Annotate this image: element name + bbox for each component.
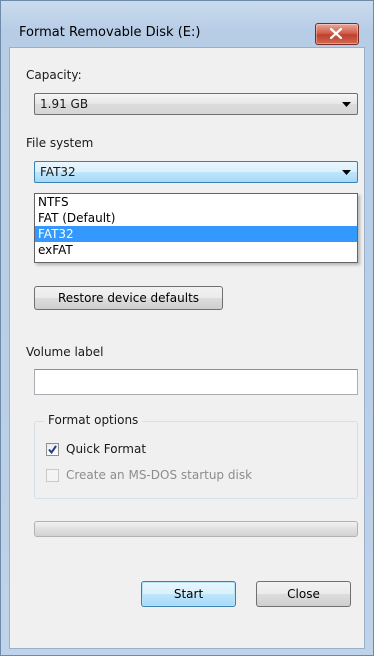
window-close-button[interactable] xyxy=(315,23,359,45)
title-bar[interactable]: Format Removable Disk (E:) xyxy=(1,1,373,47)
ms-dos-startup-checkbox xyxy=(46,469,59,482)
format-options-title: Format options xyxy=(44,413,143,427)
volume-label-label: Volume label xyxy=(26,345,104,359)
chevron-down-icon xyxy=(342,170,351,175)
option-fat-default[interactable]: FAT (Default) xyxy=(35,210,357,226)
quick-format-checkbox[interactable] xyxy=(46,443,59,456)
quick-format-label[interactable]: Quick Format xyxy=(66,442,146,456)
capacity-label: Capacity: xyxy=(26,68,82,82)
close-button[interactable]: Close xyxy=(256,581,351,607)
ms-dos-startup-label: Create an MS-DOS startup disk xyxy=(66,468,253,482)
capacity-dropdown[interactable]: 1.91 GB xyxy=(34,93,358,115)
option-fat32[interactable]: FAT32 xyxy=(35,226,357,242)
restore-defaults-button[interactable]: Restore device defaults xyxy=(34,286,223,310)
check-icon xyxy=(48,445,57,455)
capacity-value: 1.91 GB xyxy=(40,97,89,111)
file-system-value: FAT32 xyxy=(40,165,76,179)
format-options-group xyxy=(34,421,358,499)
file-system-label: File system xyxy=(26,136,94,150)
file-system-dropdown[interactable]: FAT32 xyxy=(34,161,358,183)
start-button[interactable]: Start xyxy=(141,581,236,607)
option-exfat[interactable]: exFAT xyxy=(35,242,357,258)
option-ntfs[interactable]: NTFS xyxy=(35,194,357,210)
file-system-options-list[interactable]: NTFS FAT (Default) FAT32 exFAT xyxy=(34,193,358,263)
window-title: Format Removable Disk (E:) xyxy=(19,25,201,40)
chevron-down-icon xyxy=(342,102,351,107)
close-x-icon xyxy=(330,28,342,39)
format-progress-bar xyxy=(34,521,358,537)
volume-label-input[interactable] xyxy=(34,369,358,395)
